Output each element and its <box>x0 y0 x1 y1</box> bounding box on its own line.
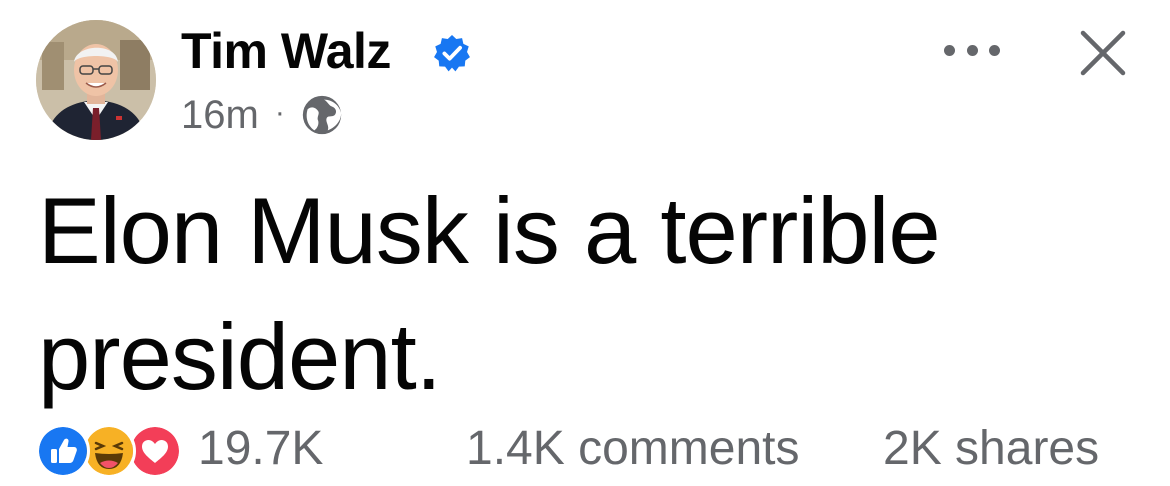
more-dot-icon <box>989 44 1000 56</box>
more-dot-icon <box>944 44 955 56</box>
reactions-summary[interactable] <box>36 424 186 478</box>
post-timestamp[interactable]: 16m <box>181 93 259 138</box>
avatar-photo <box>36 20 156 140</box>
verified-badge-icon <box>434 34 470 72</box>
author-name[interactable]: Tim Walz <box>181 22 391 80</box>
globe-icon[interactable] <box>299 92 345 138</box>
facebook-post: Tim Walz 16m · Elon Musk is a terrible p… <box>0 0 1170 486</box>
close-icon[interactable] <box>1076 26 1130 80</box>
haha-icon <box>82 424 136 478</box>
meta-separator: · <box>274 96 285 129</box>
more-dot-icon <box>966 44 978 56</box>
post-text: Elon Musk is a terrible president. <box>38 178 941 409</box>
post-meta: 16m · <box>181 90 345 140</box>
reaction-count[interactable]: 19.7K <box>198 422 323 476</box>
love-icon <box>128 424 182 478</box>
like-icon <box>36 424 90 478</box>
shares-count[interactable]: 2K shares <box>883 422 1099 476</box>
author-avatar[interactable] <box>36 20 156 140</box>
more-options-button[interactable] <box>944 40 1000 60</box>
comments-count[interactable]: 1.4K comments <box>466 422 799 476</box>
